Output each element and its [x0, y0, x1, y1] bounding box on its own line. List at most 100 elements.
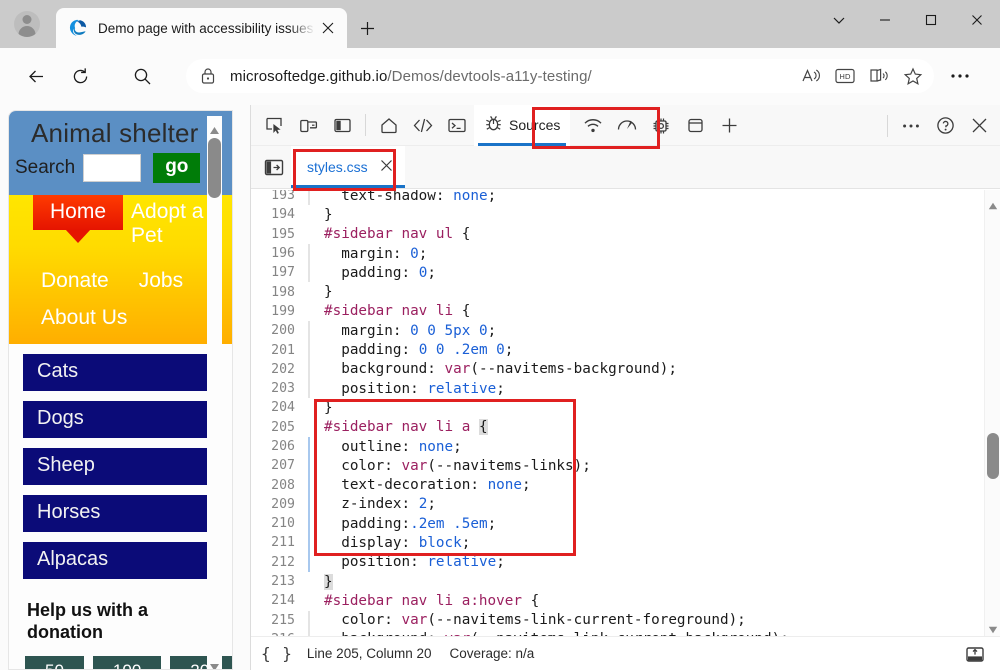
code-line[interactable]: 205 #sidebar nav li a { [251, 418, 1000, 437]
line-number: 212 [271, 554, 295, 570]
nav-row-3: About Us [9, 301, 232, 336]
code-line[interactable]: 197 padding: 0; [251, 263, 1000, 283]
code-line[interactable]: 198} [251, 282, 1000, 301]
code-lines: 193 text-shadow: none; 194} 195 #sidebar na… [251, 190, 1000, 636]
nav-row-1: Home Adopt a Pet [9, 194, 232, 254]
console-icon[interactable] [440, 108, 474, 142]
code-line[interactable]: 200 margin: 0 0 5px 0; [251, 321, 1000, 341]
web-page-viewport: Animal shelter Search go Home Adopt a Pe… [0, 105, 250, 670]
help-icon[interactable] [928, 109, 962, 143]
donate-50-button[interactable]: 50 [25, 655, 84, 669]
editor-scroll-up-icon[interactable] [988, 197, 998, 210]
close-window-button[interactable] [954, 0, 1000, 40]
code-line[interactable]: 207 color: var(--navitems-links); [251, 456, 1000, 476]
source-code-editor[interactable]: 193 text-shadow: none; 194} 195 #sidebar na… [251, 190, 1000, 636]
open-drawer-icon[interactable] [960, 641, 990, 667]
new-tab-button[interactable] [352, 14, 382, 42]
refresh-button[interactable] [62, 59, 98, 93]
close-tab-icon[interactable] [315, 15, 341, 41]
devtools-toolbar: Sources [251, 104, 1000, 146]
maximize-button[interactable] [908, 0, 954, 40]
editor-scroll-down-icon[interactable] [988, 621, 998, 634]
scroll-up-arrow-icon[interactable] [209, 122, 220, 134]
more-tools-icon[interactable] [894, 109, 928, 143]
code-line[interactable]: 194} [251, 205, 1000, 224]
page-scrollbar[interactable] [207, 116, 222, 669]
list-item-horses[interactable]: Horses [23, 494, 218, 532]
nav-item-jobs[interactable]: Jobs [131, 264, 191, 299]
code-line[interactable]: 208 text-decoration: none; [251, 475, 1000, 495]
code-line[interactable]: 215 color: var(--navitems-link-current-f… [251, 610, 1000, 630]
scroll-down-arrow-icon[interactable] [209, 659, 220, 669]
read-aloud-icon[interactable] [794, 61, 828, 91]
donate-200-button[interactable]: 200 [170, 655, 232, 669]
format-pretty-print-icon[interactable]: { } [261, 644, 293, 663]
network-icon[interactable] [576, 108, 610, 142]
code-line[interactable]: 204} [251, 398, 1000, 417]
code-line[interactable]: 210 padding:.2em .5em; [251, 514, 1000, 534]
application-icon[interactable] [678, 108, 712, 142]
minimize-button[interactable] [862, 0, 908, 40]
code-line[interactable]: 206 outline: none; [251, 436, 1000, 457]
code-line[interactable]: 214 #sidebar nav li a:hover { [251, 591, 1000, 610]
nav-item-home[interactable]: Home [33, 194, 124, 230]
add-panel-icon[interactable] [712, 108, 746, 142]
search-input[interactable] [83, 153, 142, 182]
nav-item-donate[interactable]: Donate [33, 264, 117, 299]
page-header: Animal shelter Search go [9, 111, 232, 195]
line-number: 198 [271, 284, 295, 300]
favorite-star-icon[interactable] [896, 61, 930, 91]
address-bar[interactable]: microsoftedge.github.io/Demos/devtools-a… [186, 59, 934, 93]
profile-button[interactable] [8, 6, 46, 42]
memory-icon[interactable] [644, 108, 678, 142]
file-tab-styles-css[interactable]: styles.css [291, 146, 405, 188]
toolbar-divider [365, 114, 366, 136]
line-number: 202 [271, 361, 295, 377]
code-line[interactable]: 193 text-shadow: none; [251, 190, 1000, 206]
tab-actions-chevron-down-icon[interactable] [816, 0, 862, 40]
hd-icon[interactable]: HD [828, 61, 862, 91]
home-icon[interactable] [372, 108, 406, 142]
search-icon[interactable] [124, 59, 160, 93]
code-text: margin: 0 0 5px 0; [341, 322, 497, 339]
devtools-file-tabbar: styles.css [251, 146, 1000, 189]
list-item-cats[interactable]: Cats [23, 353, 218, 391]
code-line[interactable]: 209 z-index: 2; [251, 494, 1000, 515]
donate-100-button[interactable]: 100 [92, 655, 162, 669]
editor-scrollbar[interactable] [984, 190, 1000, 636]
code-line[interactable]: 199 #sidebar nav li { [251, 302, 1000, 321]
dock-side-icon[interactable] [325, 108, 359, 142]
lock-icon [200, 67, 220, 85]
code-line[interactable]: 196 margin: 0; [251, 243, 1000, 264]
nav-item-about-us[interactable]: About Us [33, 301, 135, 336]
code-line[interactable]: 203 position: relative; [251, 378, 1000, 399]
code-line[interactable]: 202 background: var(--navitems-backgroun… [251, 359, 1000, 379]
file-tab-label: styles.css [307, 159, 368, 175]
list-item-alpacas[interactable]: Alpacas [23, 541, 218, 579]
code-line[interactable]: 212 position: relative; [251, 552, 1000, 572]
inspect-icon[interactable] [257, 108, 291, 142]
show-navigator-icon[interactable] [257, 150, 291, 184]
performance-icon[interactable] [610, 108, 644, 142]
settings-and-more-button[interactable] [942, 59, 978, 93]
close-devtools-icon[interactable] [962, 109, 996, 143]
code-line[interactable]: 211 display: block; [251, 533, 1000, 553]
tab-sources[interactable]: Sources [474, 104, 571, 146]
editor-scrollbar-thumb[interactable] [987, 433, 999, 479]
code-line[interactable]: 201 padding: 0 0 .2em 0; [251, 340, 1000, 360]
animal-shelter-page: Animal shelter Search go Home Adopt a Pe… [8, 110, 233, 670]
close-file-icon[interactable] [380, 159, 393, 175]
device-toolbar-icon[interactable] [291, 108, 325, 142]
list-item-dogs[interactable]: Dogs [23, 400, 218, 438]
elements-icon[interactable] [406, 108, 440, 142]
code-text: } [324, 573, 333, 590]
browser-tab[interactable]: Demo page with accessibility issues [56, 8, 347, 48]
code-line[interactable]: 195 #sidebar nav ul { [251, 225, 1000, 244]
immersive-reader-icon[interactable] [862, 61, 896, 91]
back-button[interactable] [18, 59, 54, 93]
page-scrollbar-thumb[interactable] [208, 138, 221, 198]
go-button[interactable]: go [153, 152, 201, 183]
list-item-sheep[interactable]: Sheep [23, 447, 218, 485]
window-controls [816, 0, 1000, 48]
code-line[interactable]: 213} [251, 572, 1000, 591]
